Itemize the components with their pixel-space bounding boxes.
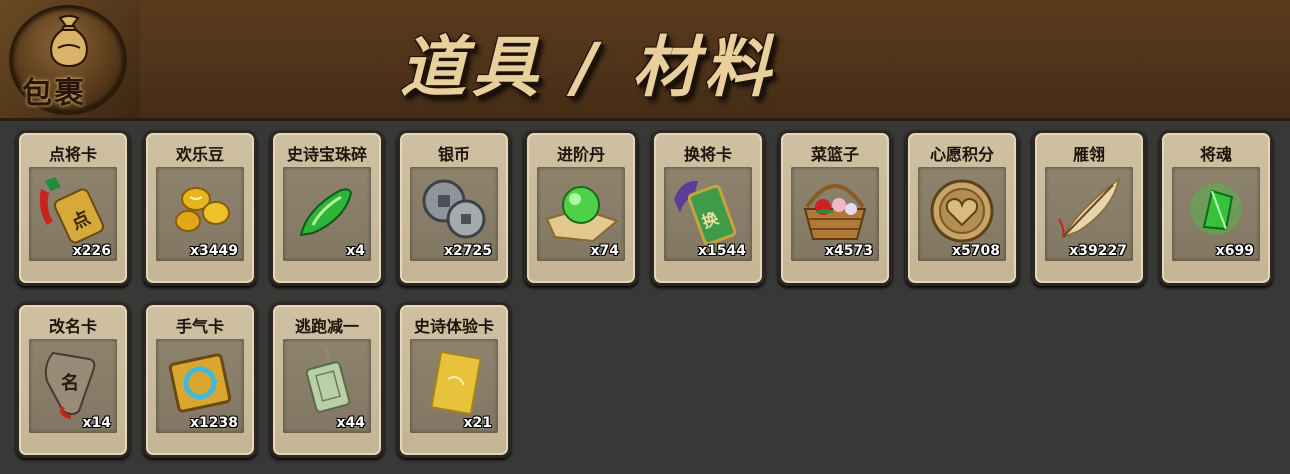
gold-card-icon [430,351,482,415]
item-slot: x5708 [918,167,1006,261]
item-name: 心愿积分 [929,145,994,164]
item-card[interactable]: 将魂 x699 [1159,130,1273,286]
item-slot: 名 x14 [29,339,117,433]
item-slot: 换 x1544 [664,167,752,261]
item-slot: x3449 [156,167,244,261]
feather-icon [1058,176,1121,239]
item-name: 点将卡 [48,145,97,164]
item-count: x3449 [190,243,238,259]
item-count: x74 [590,243,619,259]
page-title: 道具 / 材料 [400,29,777,106]
item-card[interactable]: 菜篮子 x4573 [778,130,892,286]
item-card[interactable]: 雁翎 x39227 [1032,130,1146,286]
green-orb-icon [545,186,620,243]
item-slot: x44 [283,339,371,433]
item-card[interactable]: 史诗体验卡 x21 [397,302,511,458]
item-card[interactable]: 史诗宝珠碎 x4 [270,130,384,286]
item-count: x1238 [190,415,238,431]
item-count: x4 [346,243,365,259]
general-card-icon: 点 [39,177,105,244]
bag-emblem[interactable]: 包裹 [0,0,140,118]
emblem-label: 包裹 [22,76,86,111]
item-card[interactable]: 欢乐豆 x3449 [143,130,257,286]
bag-icon [50,15,88,68]
soul-crystal-icon [1190,183,1242,235]
item-name: 雁翎 [1072,145,1105,164]
item-card[interactable]: 点将卡 点 x226 [16,130,130,286]
item-name: 银币 [437,145,470,164]
item-name: 欢乐豆 [175,145,224,164]
luck-card-icon [168,353,232,413]
item-card[interactable]: 逃跑减一 x44 [270,302,384,458]
item-slot: x1238 [156,339,244,433]
item-name: 将魂 [1199,145,1232,164]
item-card[interactable]: 银币 x2725 [397,130,511,286]
item-name: 史诗宝珠碎 [286,145,367,164]
header-bar: 包裹 道具 / 材料 [0,0,1290,121]
item-count: x226 [72,243,111,259]
item-count: x39227 [1069,243,1127,259]
golden-beans-icon [175,187,230,232]
swap-card-icon: 换 [674,180,737,246]
silver-coins-icon [422,179,486,239]
item-name: 换将卡 [683,145,732,164]
item-slot: x21 [410,339,498,433]
item-slot: x4 [283,167,371,261]
item-name: 改名卡 [48,317,97,336]
item-slot: x39227 [1045,167,1133,261]
jade-tag-icon [305,346,351,413]
green-shard-icon [299,188,353,237]
item-count: x21 [463,415,492,431]
item-slot: x2725 [410,167,498,261]
item-name: 进阶丹 [556,145,605,164]
item-card[interactable]: 心愿积分 x5708 [905,130,1019,286]
item-name: 史诗体验卡 [413,317,494,336]
item-count: x44 [336,415,365,431]
item-count: x4573 [825,243,873,259]
item-count: x14 [82,415,111,431]
item-count: x2725 [444,243,492,259]
item-card[interactable]: 手气卡 x1238 [143,302,257,458]
item-grid: 点将卡 点 x226 欢乐豆 x3449 史诗宝珠碎 x4 银币 x2725 进… [16,130,1276,460]
item-slot: x4573 [791,167,879,261]
item-card[interactable]: 改名卡 名 x14 [16,302,130,458]
heart-coin-icon [930,179,994,243]
item-name: 逃跑减一 [294,317,359,336]
item-name: 菜篮子 [810,145,859,164]
item-slot: x699 [1172,167,1260,261]
item-count: x1544 [698,243,746,259]
svg-text:名: 名 [61,372,79,394]
item-name: 手气卡 [175,317,224,336]
item-slot: x74 [537,167,625,261]
item-count: x699 [1215,243,1254,259]
basket-icon [803,184,867,240]
rename-card-icon: 名 [44,351,96,419]
item-card[interactable]: 进阶丹 x74 [524,130,638,286]
item-count: x5708 [952,243,1000,259]
item-slot: 点 x226 [29,167,117,261]
item-card[interactable]: 换将卡 换 x1544 [651,130,765,286]
